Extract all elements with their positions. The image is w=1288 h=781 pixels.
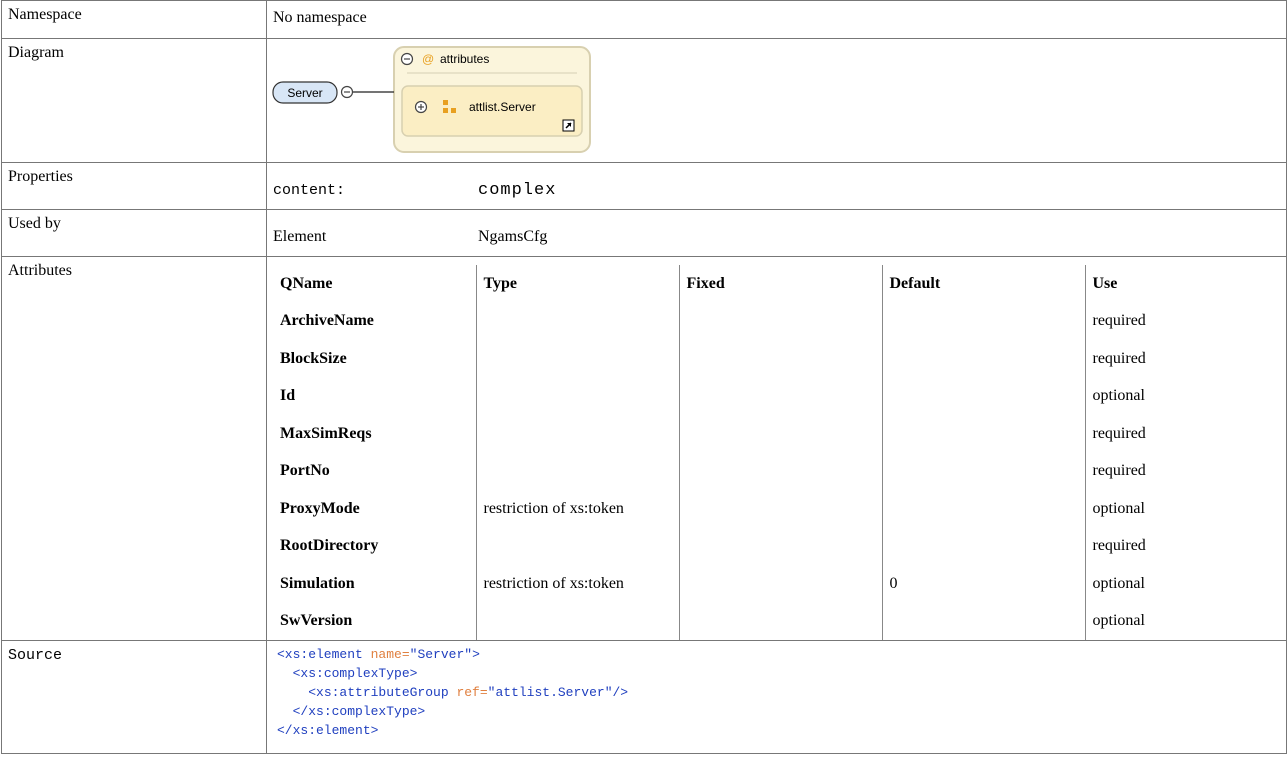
attr-use: required bbox=[1084, 340, 1288, 378]
attr-fixed bbox=[678, 377, 882, 415]
attr-default bbox=[881, 490, 1085, 528]
attr-type bbox=[475, 527, 679, 565]
attr-fixed bbox=[678, 415, 882, 453]
element-name: Server bbox=[287, 86, 322, 100]
source-row: Source <xs:element name="Server"> <xs:co… bbox=[1, 640, 1287, 754]
attr-use: optional bbox=[1084, 565, 1288, 603]
attr-type: restriction of xs:token bbox=[475, 490, 679, 528]
attr-use: required bbox=[1084, 527, 1288, 565]
attr-use: optional bbox=[1084, 377, 1288, 415]
table-row: SwVersion optional bbox=[273, 602, 1288, 641]
attr-default bbox=[881, 527, 1085, 565]
attr-qname[interactable]: SwVersion bbox=[273, 603, 476, 641]
attr-fixed bbox=[678, 490, 882, 528]
table-row: PortNo required bbox=[273, 452, 1288, 491]
attr-default: 0 bbox=[881, 565, 1085, 603]
schema-diagram: @ attributes attlist.Server Server bbox=[267, 39, 1286, 162]
shortcut-arrow-icon[interactable] bbox=[562, 119, 575, 132]
attr-type bbox=[475, 377, 679, 415]
header-qname: QName bbox=[280, 274, 333, 292]
table-row: Id optional bbox=[273, 377, 1288, 416]
header-type: Type bbox=[475, 265, 679, 303]
at-icon: @ bbox=[422, 52, 434, 66]
attr-qname[interactable]: BlockSize bbox=[273, 340, 476, 378]
property-value: complex bbox=[478, 180, 557, 200]
attr-fixed bbox=[678, 565, 882, 603]
source-line-3: <xs:attributeGroup ref="attlist.Server"/… bbox=[308, 685, 629, 700]
attr-qname[interactable]: Id bbox=[273, 378, 476, 416]
attr-default bbox=[881, 415, 1085, 453]
attr-type: restriction of xs:token bbox=[475, 565, 679, 603]
attributes-header-row: QName Type Fixed Default Use bbox=[273, 265, 1288, 303]
source-code: <xs:element name="Server"> <xs:complexTy… bbox=[267, 641, 1286, 740]
properties-label: Properties bbox=[1, 162, 267, 210]
attr-type bbox=[475, 415, 679, 453]
attr-type bbox=[475, 340, 679, 378]
attr-type bbox=[475, 452, 679, 490]
attr-fixed bbox=[678, 527, 882, 565]
source-line-1: <xs:element name="Server"> bbox=[277, 647, 480, 662]
table-row: MaxSimReqs required bbox=[273, 415, 1288, 453]
source-label: Source bbox=[1, 640, 267, 754]
properties-row: Properties content: complex bbox=[1, 162, 1287, 210]
attr-qname[interactable]: RootDirectory bbox=[273, 528, 476, 566]
diagram-label: Diagram bbox=[1, 38, 267, 163]
namespace-value: No namespace bbox=[273, 9, 367, 26]
used-by-row: Used by Element NgamsCfg bbox=[1, 209, 1287, 257]
attr-type bbox=[475, 602, 679, 640]
attr-use: required bbox=[1084, 415, 1288, 453]
namespace-row: Namespace No namespace bbox=[1, 0, 1287, 39]
attr-use: optional bbox=[1084, 490, 1288, 528]
attr-default bbox=[881, 602, 1085, 640]
source-line-5: </xs:element> bbox=[277, 723, 379, 738]
table-row: ArchiveName required bbox=[273, 302, 1288, 341]
attr-fixed bbox=[678, 340, 882, 378]
attr-default bbox=[881, 340, 1085, 378]
namespace-label: Namespace bbox=[1, 0, 267, 39]
used-by-kind: Element bbox=[273, 228, 327, 245]
table-row: Simulation restriction of xs:token 0 opt… bbox=[273, 565, 1288, 603]
properties-table: content: complex bbox=[273, 171, 556, 209]
attr-fixed bbox=[678, 602, 882, 640]
attr-fixed bbox=[678, 302, 882, 340]
table-row: BlockSize required bbox=[273, 340, 1288, 378]
header-fixed: Fixed bbox=[678, 265, 882, 303]
header-default: Default bbox=[881, 265, 1085, 303]
attr-default bbox=[881, 377, 1085, 415]
schema-doc-table: Namespace No namespace Diagram @ attribu… bbox=[1, 0, 1288, 754]
used-by-label: Used by bbox=[1, 209, 267, 257]
attr-default bbox=[881, 302, 1085, 340]
property-key: content: bbox=[273, 181, 346, 199]
source-line-2: <xs:complexType> bbox=[292, 666, 418, 681]
used-by-link[interactable]: NgamsCfg bbox=[478, 218, 547, 256]
attr-use: optional bbox=[1084, 602, 1288, 640]
attr-use: required bbox=[1084, 452, 1288, 490]
table-row: ProxyMode restriction of xs:token option… bbox=[273, 490, 1288, 528]
group-title: attributes bbox=[440, 52, 489, 66]
attr-qname[interactable]: ArchiveName bbox=[273, 303, 476, 341]
attr-use: required bbox=[1084, 302, 1288, 340]
diagram-svg: @ attributes attlist.Server Server bbox=[272, 46, 591, 153]
attr-qname[interactable]: ProxyMode bbox=[273, 490, 476, 528]
used-by-table: Element NgamsCfg bbox=[273, 218, 547, 256]
attributes-label: Attributes bbox=[1, 256, 267, 641]
attr-fixed bbox=[678, 452, 882, 490]
attr-qname[interactable]: PortNo bbox=[273, 453, 476, 491]
attr-default bbox=[881, 452, 1085, 490]
source-line-4: </xs:complexType> bbox=[292, 704, 426, 719]
table-row: RootDirectory required bbox=[273, 527, 1288, 566]
attr-qname[interactable]: MaxSimReqs bbox=[273, 415, 476, 453]
attlist-label: attlist.Server bbox=[469, 100, 536, 114]
attr-type bbox=[475, 302, 679, 340]
attributes-row: Attributes QName Type Fixed Default Use … bbox=[1, 256, 1288, 641]
attr-qname[interactable]: Simulation bbox=[273, 565, 476, 603]
attributes-table: QName Type Fixed Default Use ArchiveName… bbox=[273, 265, 1288, 640]
diagram-row: Diagram @ attributes attlist.Server Serv… bbox=[1, 38, 1287, 163]
header-use: Use bbox=[1084, 265, 1288, 303]
